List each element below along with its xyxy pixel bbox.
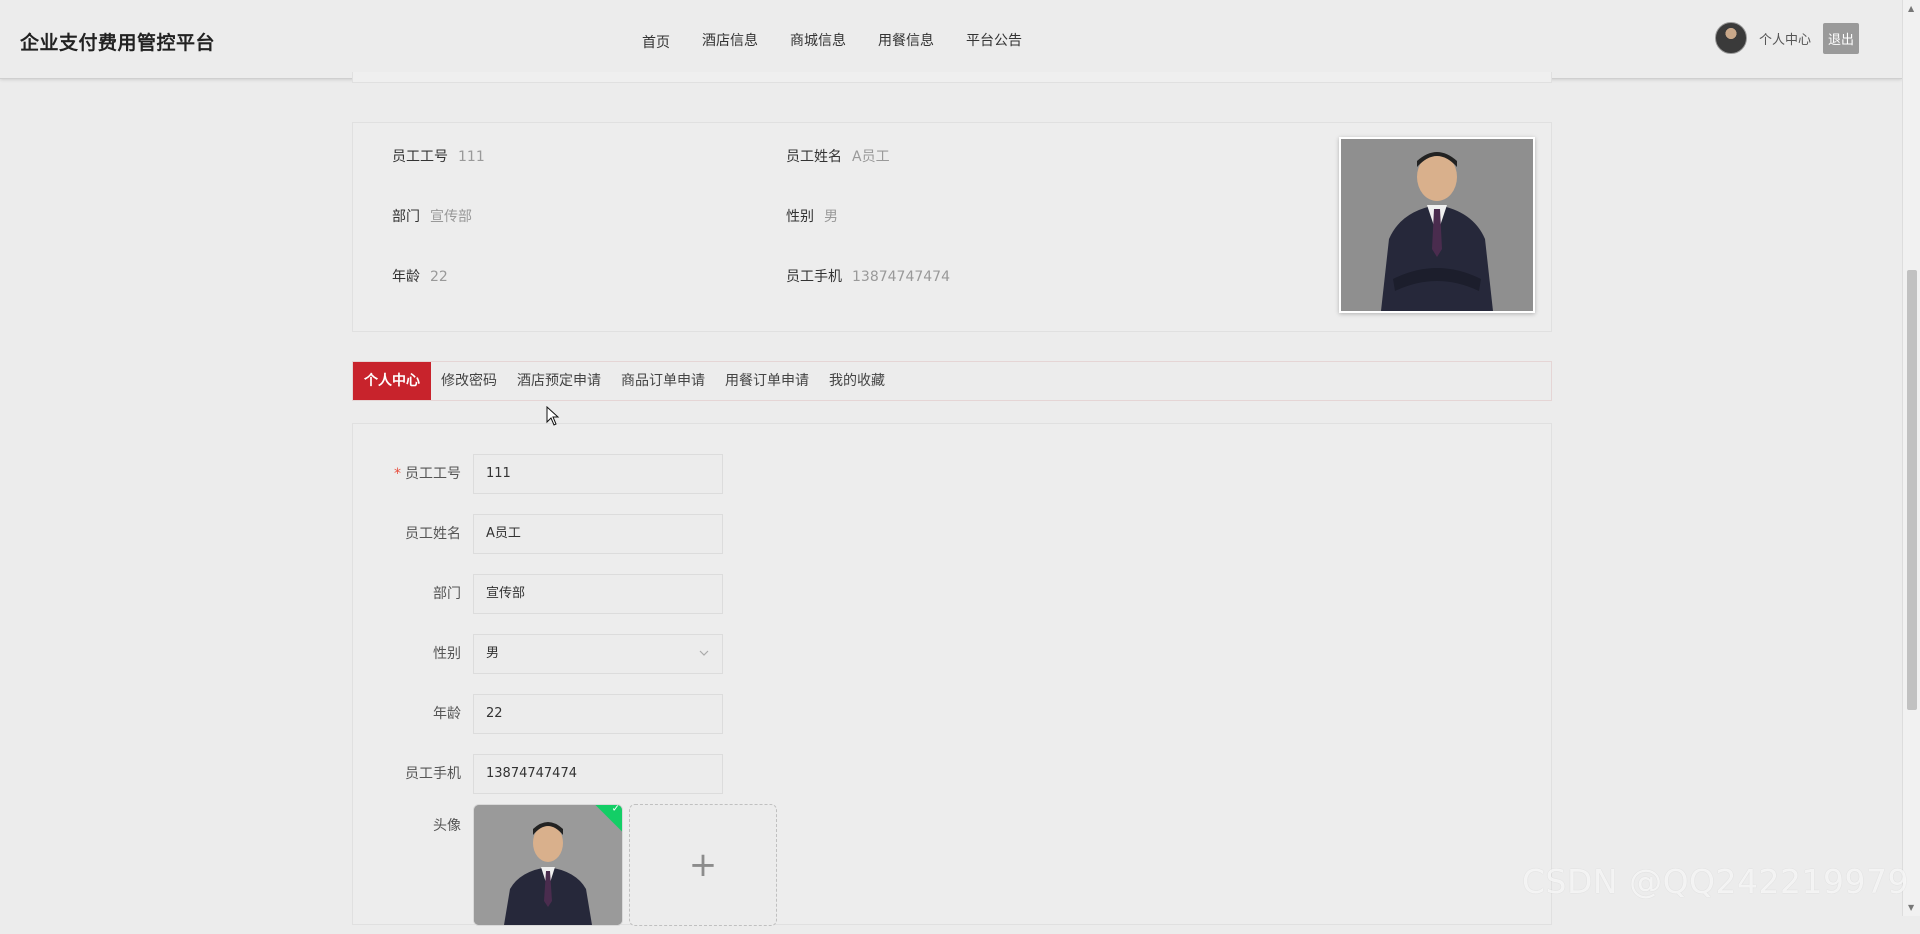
age-label: 年龄 <box>433 706 461 722</box>
info-employee-id: 员工工号 111 <box>392 146 485 166</box>
department-label: 部门 <box>433 586 461 602</box>
form-row-employee-name: 员工姓名 A员工 <box>353 514 773 554</box>
age-input[interactable]: 22 <box>473 694 723 734</box>
tab-dining-order-requests[interactable]: 用餐订单申请 <box>715 362 819 400</box>
employee-name-input[interactable]: A员工 <box>473 514 723 554</box>
info-age: 年龄 22 <box>392 266 448 286</box>
gender-select[interactable]: 男 <box>473 634 723 674</box>
page-scrollbar[interactable]: ▲ ▼ <box>1902 0 1920 916</box>
info-value: A员工 <box>852 149 890 165</box>
form-row-gender: 性别 男 <box>353 634 773 674</box>
form-row-phone: 员工手机 13874747474 <box>353 754 773 794</box>
form-row-department: 部门 宣传部 <box>353 574 773 614</box>
scroll-up-icon[interactable]: ▲ <box>1908 4 1914 13</box>
info-label: 性别 <box>786 209 814 225</box>
check-icon: ✓ <box>611 804 620 815</box>
user-center-link[interactable]: 个人中心 <box>1759 29 1811 48</box>
nav-home[interactable]: 首页 <box>642 32 670 52</box>
info-phone: 员工手机 13874747474 <box>786 266 950 286</box>
nav-hotel-info[interactable]: 酒店信息 <box>702 30 758 52</box>
uploaded-avatar-thumbnail[interactable]: ✓ <box>473 804 623 926</box>
nav-mall-info[interactable]: 商城信息 <box>790 30 846 52</box>
plus-icon: + <box>688 845 718 885</box>
logout-button[interactable]: 退出 <box>1823 22 1860 54</box>
nav-dining-info[interactable]: 用餐信息 <box>878 30 934 52</box>
info-gender: 性别男 <box>786 206 838 226</box>
profile-summary-card: 员工工号 111 员工姓名 A员工 部门 宣传部 性别男 年龄 22 员工手机 13874… <box>352 122 1552 332</box>
person-portrait-image <box>1341 139 1533 311</box>
chevron-down-icon <box>698 635 710 688</box>
main-nav: 首页 酒店信息 商城信息 用餐信息 平台公告 <box>642 30 1054 52</box>
gender-label: 性别 <box>433 646 461 662</box>
info-value: 宣传部 <box>430 209 472 225</box>
info-label: 部门 <box>392 209 420 225</box>
tab-product-order-requests[interactable]: 商品订单申请 <box>611 362 715 400</box>
tab-my-favorites[interactable]: 我的收藏 <box>819 362 895 400</box>
profile-photo <box>1339 137 1535 313</box>
info-employee-name: 员工姓名 A员工 <box>786 146 890 166</box>
upload-avatar-button[interactable]: + <box>629 804 777 926</box>
required-mark: * <box>394 466 401 482</box>
info-label: 员工手机 <box>786 269 842 285</box>
user-area: 个人中心 退出 <box>1715 22 1860 54</box>
tab-user-center[interactable]: 个人中心 <box>353 362 431 400</box>
profile-edit-form: * 员工工号 111 员工姓名 A员工 部门 宣传部 性别 男 年龄 22 员工手… <box>352 423 1552 926</box>
info-label: 年龄 <box>392 269 420 285</box>
gender-select-value: 男 <box>486 646 500 661</box>
info-value: 13874747474 <box>852 269 950 285</box>
info-label: 员工姓名 <box>786 149 842 165</box>
employee-id-label: * 员工工号 <box>394 466 461 482</box>
scroll-thumb[interactable] <box>1907 270 1917 710</box>
phone-label: 员工手机 <box>405 766 461 782</box>
profile-tabs: 个人中心 修改密码 酒店预定申请 商品订单申请 用餐订单申请 我的收藏 <box>352 361 1552 401</box>
department-input[interactable]: 宣传部 <box>473 574 723 614</box>
tab-hotel-booking-requests[interactable]: 酒店预定申请 <box>507 362 611 400</box>
previous-section-edge <box>352 72 1552 83</box>
form-row-age: 年龄 22 <box>353 694 773 734</box>
avatar-label: 头像 <box>433 818 461 834</box>
employee-name-label: 员工姓名 <box>405 526 461 542</box>
mouse-pointer-icon <box>546 405 560 430</box>
csdn-watermark: CSDN @QQ242219979 <box>1522 862 1909 901</box>
phone-input[interactable]: 13874747474 <box>473 754 723 794</box>
info-value: 22 <box>430 269 448 285</box>
person-portrait-image <box>474 805 622 925</box>
top-header: 企业支付费用管控平台 首页 酒店信息 商城信息 用餐信息 平台公告 个人中心 退… <box>0 0 1902 79</box>
info-value: 111 <box>458 149 485 165</box>
site-brand[interactable]: 企业支付费用管控平台 <box>20 28 215 55</box>
form-row-avatar: 头像 ✓ + <box>353 804 777 934</box>
info-value: 男 <box>824 209 838 225</box>
employee-id-input[interactable]: 111 <box>473 454 723 494</box>
nav-announcements[interactable]: 平台公告 <box>966 30 1022 52</box>
avatar[interactable] <box>1715 22 1747 54</box>
form-row-employee-id: * 员工工号 111 <box>353 454 773 494</box>
scroll-down-icon[interactable]: ▼ <box>1908 903 1914 912</box>
info-label: 员工工号 <box>392 149 448 165</box>
tab-change-password[interactable]: 修改密码 <box>431 362 507 400</box>
info-department: 部门 宣传部 <box>392 206 472 226</box>
